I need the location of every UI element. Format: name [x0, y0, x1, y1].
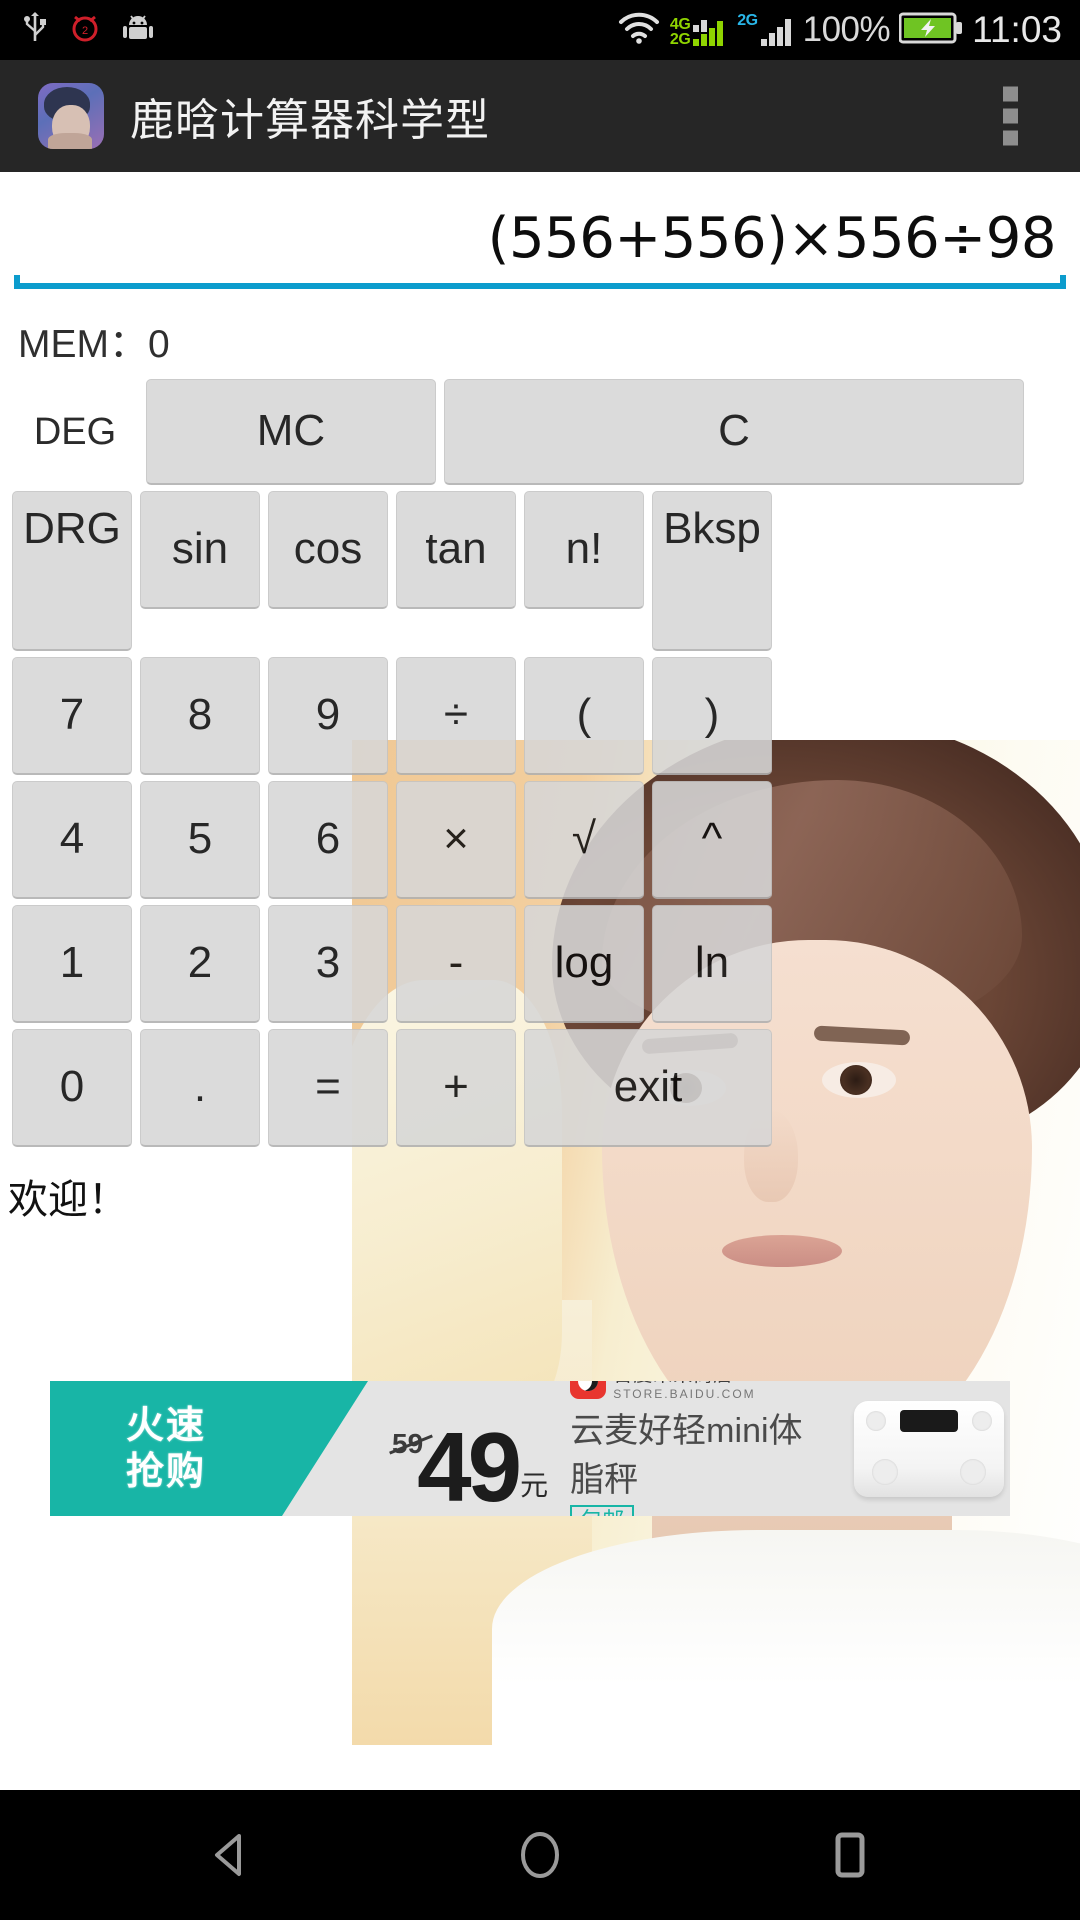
- photo-shirt: [492, 1530, 1080, 1745]
- button-digit-9[interactable]: 9: [268, 657, 388, 775]
- button-digit-4[interactable]: 4: [12, 781, 132, 899]
- svg-text:2: 2: [82, 25, 88, 37]
- battery-charging-icon: [898, 11, 963, 50]
- scale-pad-bl: [871, 1459, 898, 1485]
- expression-text: (556+556)×556÷98: [487, 206, 1057, 271]
- button-digit-5[interactable]: 5: [140, 781, 260, 899]
- ad-brand-text: 百度未来商店 STORE.BAIDU.COM: [613, 1381, 755, 1401]
- sim2-network: 2G: [737, 12, 758, 29]
- status-bar: 2 4G 2G 2G 100% 11:03: [0, 0, 1080, 60]
- ad-brand-name-en: STORE.BAIDU.COM: [613, 1387, 756, 1401]
- button-tan[interactable]: tan: [396, 491, 516, 609]
- scale-pad-tl: [865, 1411, 886, 1431]
- button-sqrt[interactable]: √: [524, 781, 644, 899]
- ad-new-price: 49: [417, 1412, 522, 1516]
- body-fat-scale-icon: [853, 1401, 1004, 1497]
- button-log[interactable]: log: [524, 905, 644, 1023]
- angle-mode-label: DEG: [33, 410, 117, 453]
- button-decimal[interactable]: .: [140, 1029, 260, 1147]
- button-multiply[interactable]: ×: [396, 781, 516, 899]
- expression-underline: [14, 275, 1066, 289]
- overflow-menu-icon[interactable]: [1003, 86, 1018, 146]
- android-nav-bar: [0, 1790, 1080, 1920]
- ad-free-shipping-tag: 包邮: [570, 1505, 635, 1516]
- button-paren-open[interactable]: (: [524, 657, 644, 775]
- ad-badge-line-1: 火速: [125, 1404, 206, 1447]
- calculator-body: (556+556)×556÷98 MEM：0 DEG MC C DRG sin …: [0, 172, 1080, 1225]
- alarm-icon: 2: [70, 11, 100, 50]
- button-factorial[interactable]: n!: [524, 491, 644, 609]
- ad-banner[interactable]: 火速 抢购 59 49 元 百度未来商店 STORE.BAIDU.COM 云麦好…: [50, 1381, 1010, 1516]
- button-equals[interactable]: =: [268, 1029, 388, 1147]
- sim1-network-top: 4G: [669, 16, 691, 33]
- button-exit[interactable]: exit: [524, 1029, 772, 1147]
- button-ln[interactable]: ln: [652, 905, 772, 1023]
- keypad-row-6: 0 . = + exit: [8, 1029, 1072, 1147]
- scale-display: [899, 1410, 958, 1432]
- phone-screen: 2 4G 2G 2G 100% 11:03 鹿晗计算器科学型 (556+556)…: [0, 0, 1080, 1920]
- button-drg[interactable]: DRG: [12, 491, 132, 651]
- action-bar: 鹿晗计算器科学型: [0, 60, 1080, 172]
- button-cos[interactable]: cos: [268, 491, 388, 609]
- button-clear[interactable]: C: [444, 379, 1024, 485]
- ad-brand-row: 百度未来商店 STORE.BAIDU.COM: [570, 1381, 755, 1401]
- button-digit-0[interactable]: 0: [12, 1029, 132, 1147]
- home-circle-icon[interactable]: [485, 1800, 595, 1910]
- button-digit-6[interactable]: 6: [268, 781, 388, 899]
- overflow-dot-1: [1003, 86, 1018, 102]
- keypad-row-2: DRG sin cos tan n! Bksp: [8, 491, 1072, 651]
- button-digit-8[interactable]: 8: [140, 657, 260, 775]
- keypad-row-4: 4 5 6 × √ ^: [8, 781, 1072, 899]
- keypad-row-1: DEG MC C: [8, 379, 1072, 485]
- overflow-dot-2: [1003, 108, 1018, 124]
- button-power[interactable]: ^: [652, 781, 772, 899]
- scale-pad-tr: [971, 1411, 992, 1431]
- sim2-signal-icon: 2G: [737, 13, 793, 47]
- keypad: DEG MC C DRG sin cos tan n! Bksp 7 8 9 ÷…: [0, 369, 1080, 1147]
- ad-flash-sale-badge: 火速 抢购: [50, 1381, 368, 1516]
- button-divide[interactable]: ÷: [396, 657, 516, 775]
- photo-mouth: [722, 1235, 842, 1267]
- button-paren-close[interactable]: ): [652, 657, 772, 775]
- button-minus[interactable]: -: [396, 905, 516, 1023]
- ad-product-image: [812, 1381, 1010, 1516]
- button-digit-3[interactable]: 3: [268, 905, 388, 1023]
- scale-pad-br: [959, 1459, 986, 1485]
- ad-badge-line-2: 抢购: [125, 1450, 206, 1493]
- button-digit-7[interactable]: 7: [12, 657, 132, 775]
- keypad-row-5: 1 2 3 - log ln: [8, 905, 1072, 1023]
- status-bar-clock: 11:03: [972, 9, 1062, 50]
- app-avatar-icon: [38, 83, 104, 149]
- button-sin[interactable]: sin: [140, 491, 260, 609]
- page-title: 鹿晗计算器科学型: [130, 95, 490, 146]
- android-icon: [122, 13, 154, 48]
- overflow-dot-3: [1003, 130, 1018, 146]
- ad-text-block: 百度未来商店 STORE.BAIDU.COM 云麦好轻mini体脂秤 包邮: [570, 1381, 811, 1516]
- baidu-store-logo-icon: [570, 1381, 607, 1399]
- status-bar-right-icons: 4G 2G 2G 100% 11:03: [617, 9, 1062, 51]
- sim1-network-bottom: 2G: [669, 31, 691, 48]
- ad-currency: 元: [520, 1470, 549, 1501]
- wifi-icon: [617, 10, 661, 51]
- keypad-row-3: 7 8 9 ÷ ( ): [8, 657, 1072, 775]
- sim1-signal-icon: 4G 2G: [669, 13, 728, 48]
- memory-label: MEM：0: [18, 323, 170, 366]
- welcome-text: 欢迎！: [8, 1178, 128, 1222]
- expression-display[interactable]: (556+556)×556÷98: [0, 172, 1080, 289]
- button-digit-2[interactable]: 2: [140, 905, 260, 1023]
- recents-square-icon[interactable]: [795, 1800, 905, 1910]
- avatar-neck: [48, 133, 92, 149]
- button-mc[interactable]: MC: [146, 379, 436, 485]
- button-backspace[interactable]: Bksp: [652, 491, 772, 651]
- battery-percent: 100%: [802, 10, 891, 49]
- status-bar-left-icons: 2: [22, 11, 154, 50]
- ad-product-title: 云麦好轻mini体脂秤: [570, 1412, 803, 1499]
- button-digit-1[interactable]: 1: [12, 905, 132, 1023]
- usb-icon: [22, 11, 48, 50]
- button-plus[interactable]: +: [396, 1029, 516, 1147]
- ad-old-price: 59: [392, 1428, 424, 1459]
- back-triangle-icon[interactable]: [175, 1800, 285, 1910]
- ad-price-block: 59 49 元: [392, 1381, 548, 1516]
